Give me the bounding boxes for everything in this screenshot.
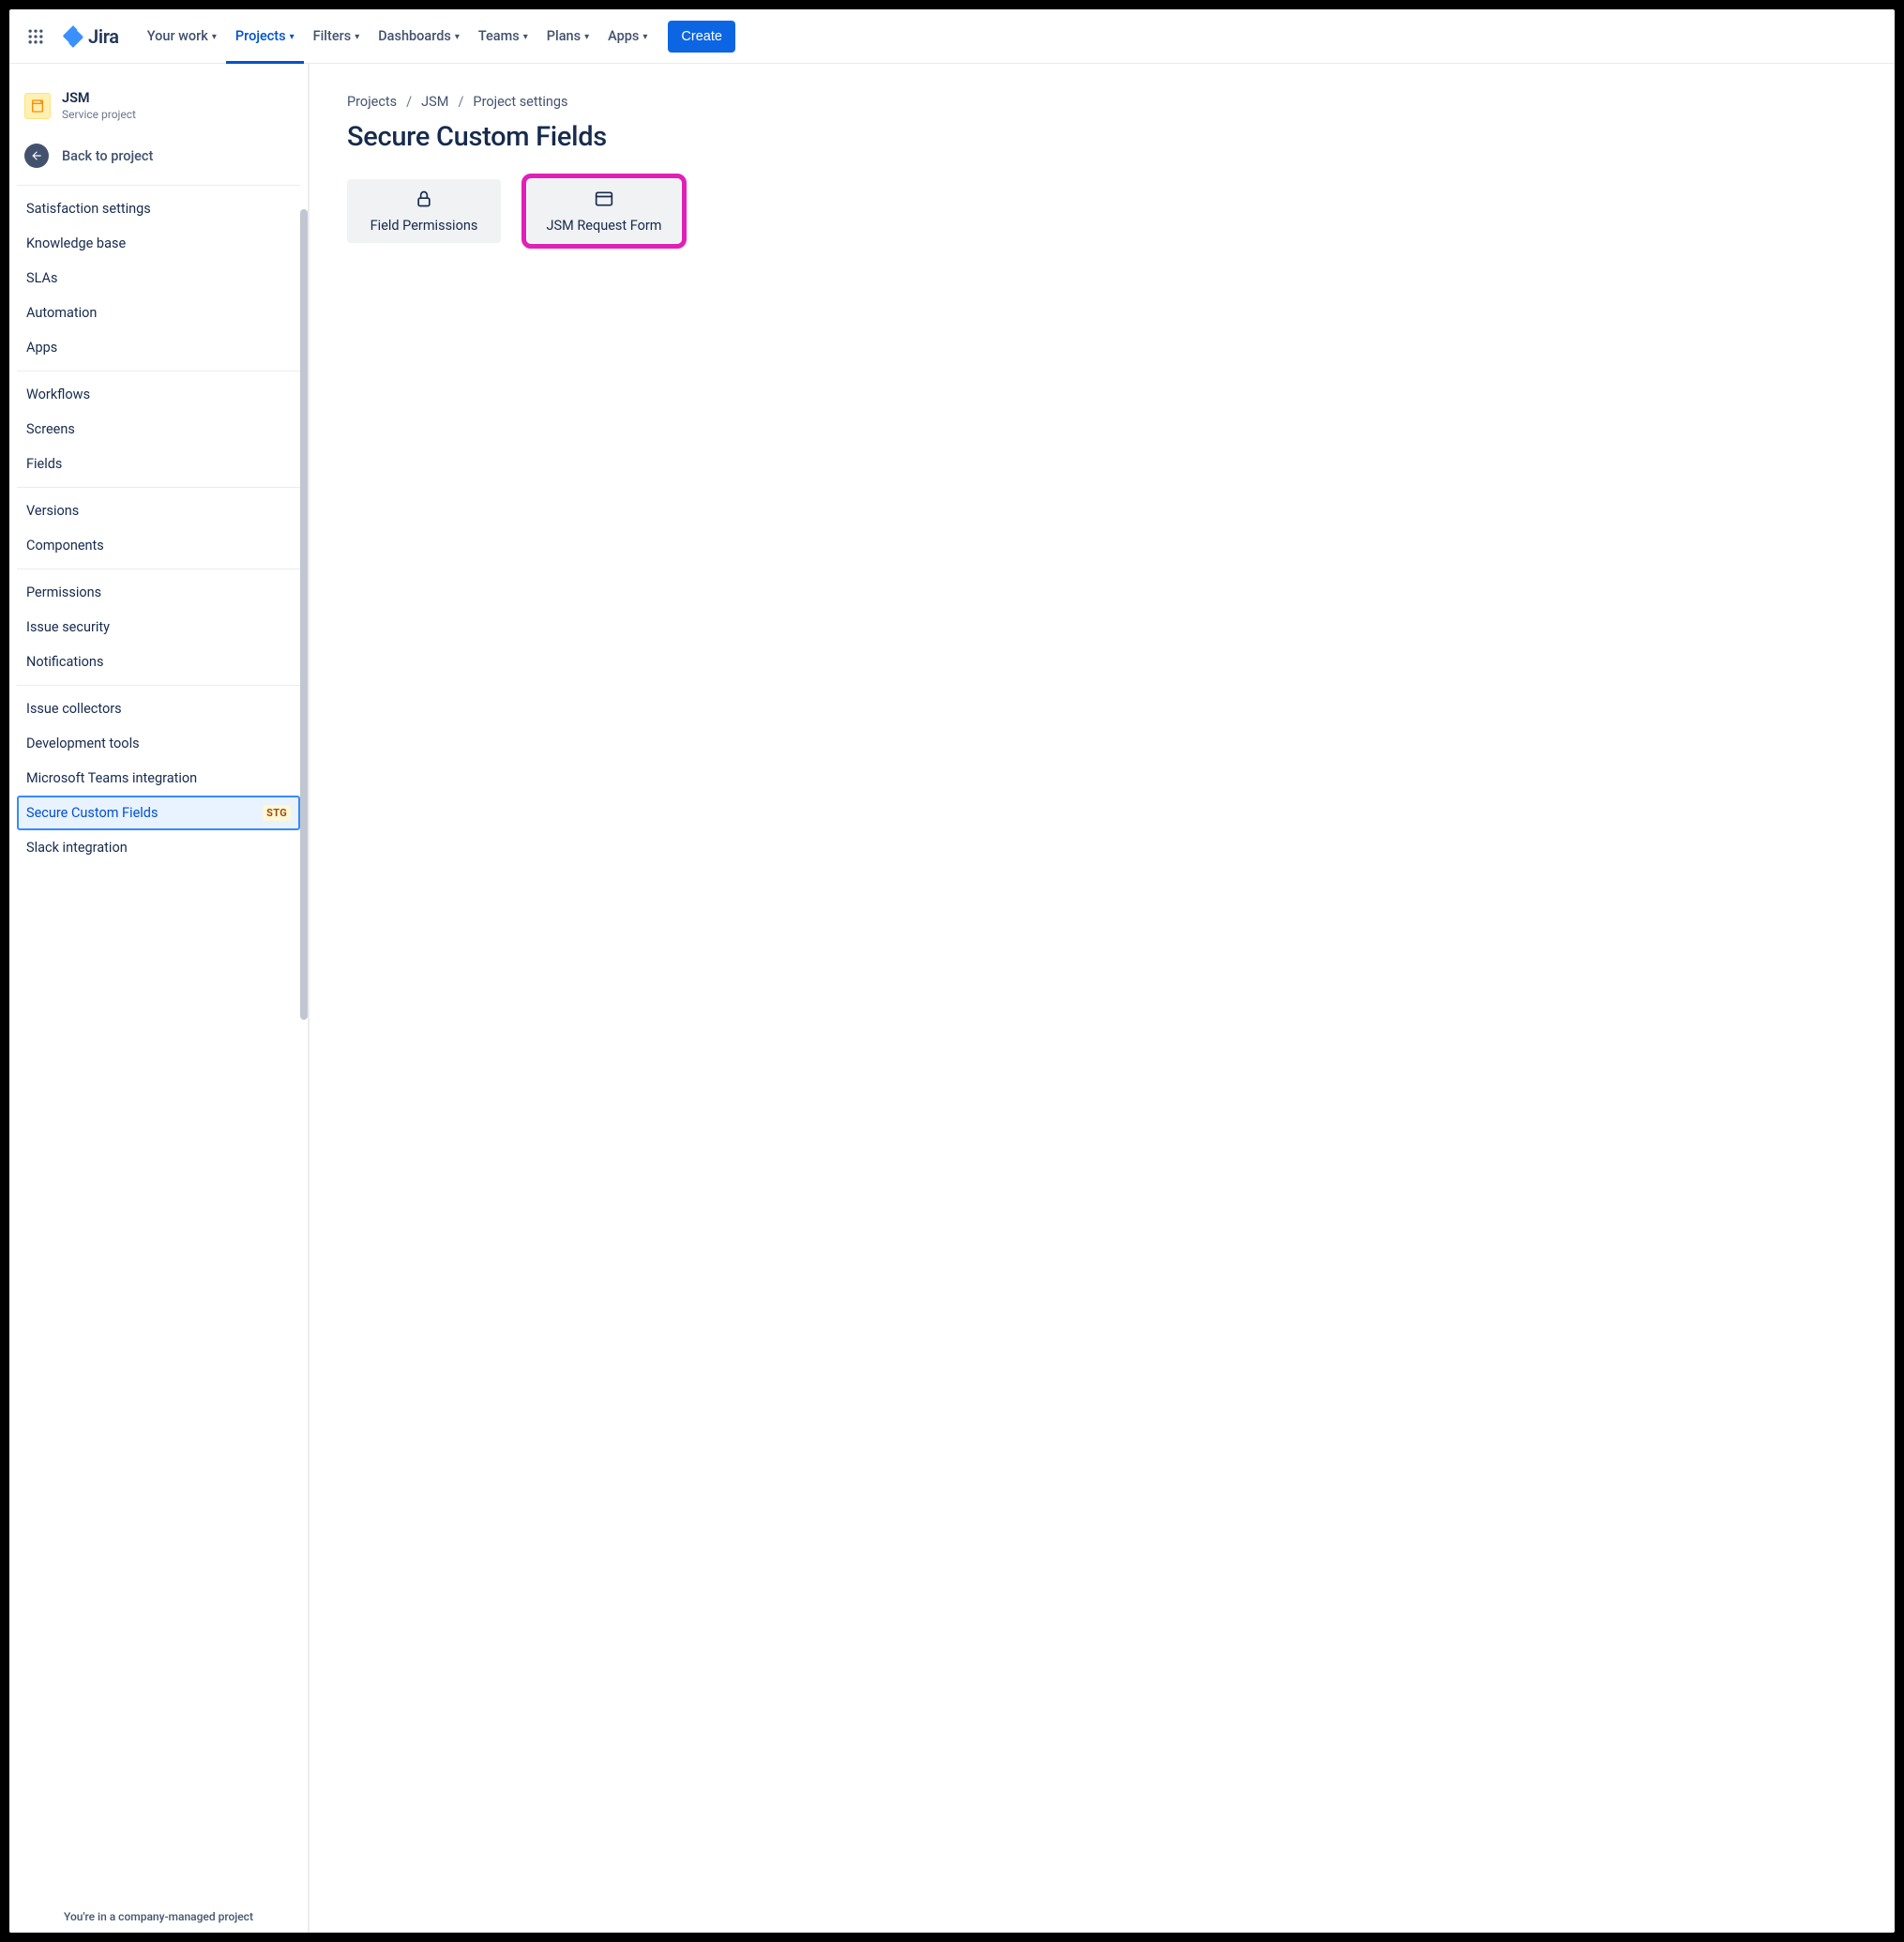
sidebar-item-slack-integration[interactable]: Slack integration bbox=[17, 830, 300, 865]
project-name: JSM bbox=[62, 90, 136, 106]
sidebar-item-label: SLAs bbox=[26, 270, 58, 286]
sidebar-item-issue-collectors[interactable]: Issue collectors bbox=[17, 691, 300, 726]
sidebar-item-label: Components bbox=[26, 538, 104, 554]
brand-name: Jira bbox=[88, 25, 119, 48]
sidebar-item-issue-security[interactable]: Issue security bbox=[17, 610, 300, 645]
sidebar-item-slas[interactable]: SLAs bbox=[17, 261, 300, 296]
card-label: JSM Request Form bbox=[546, 218, 661, 234]
sidebar-item-label: Automation bbox=[26, 305, 97, 321]
form-icon bbox=[594, 190, 614, 212]
sidebar-item-satisfaction-settings[interactable]: Satisfaction settings bbox=[17, 191, 300, 226]
sidebar-item-secure-custom-fields[interactable]: Secure Custom Fields STG bbox=[17, 796, 300, 830]
sidebar-item-label: Apps bbox=[26, 340, 57, 356]
chevron-down-icon: ▾ bbox=[642, 32, 647, 42]
sidebar: JSM Service project Back to project Sati… bbox=[9, 64, 310, 1933]
sidebar-item-label: Issue security bbox=[26, 619, 110, 635]
stg-badge: STG bbox=[263, 805, 291, 821]
breadcrumb: Projects / JSM / Project settings bbox=[347, 94, 1857, 110]
sidebar-item-apps[interactable]: Apps bbox=[17, 330, 300, 365]
back-to-project[interactable]: Back to project bbox=[9, 132, 308, 185]
main-content: Projects / JSM / Project settings Secure… bbox=[310, 64, 1895, 1933]
project-subtitle: Service project bbox=[62, 108, 136, 121]
sidebar-item-workflows[interactable]: Workflows bbox=[17, 377, 300, 412]
card-jsm-request-form[interactable]: JSM Request Form bbox=[527, 179, 681, 243]
jira-logo[interactable]: Jira bbox=[54, 22, 127, 52]
sidebar-item-label: Issue collectors bbox=[26, 701, 122, 717]
sidebar-item-label: Fields bbox=[26, 456, 62, 472]
nav-item-plans[interactable]: Plans▾ bbox=[537, 9, 598, 64]
sidebar-item-components[interactable]: Components bbox=[17, 528, 300, 563]
card-label: Field Permissions bbox=[370, 218, 478, 234]
nav-item-filters[interactable]: Filters▾ bbox=[304, 9, 370, 64]
chevron-down-icon: ▾ bbox=[523, 32, 528, 42]
nav-item-projects[interactable]: Projects▾ bbox=[226, 9, 304, 64]
sidebar-item-label: Knowledge base bbox=[26, 235, 126, 251]
sidebar-item-label: Workflows bbox=[26, 387, 90, 402]
create-button[interactable]: Create bbox=[668, 21, 735, 53]
project-header: JSM Service project bbox=[9, 64, 308, 132]
app-switcher-icon[interactable] bbox=[21, 22, 51, 52]
sidebar-item-label: Satisfaction settings bbox=[26, 201, 151, 217]
sidebar-item-label: Slack integration bbox=[26, 840, 128, 856]
chevron-down-icon: ▾ bbox=[290, 32, 295, 42]
breadcrumb-projects[interactable]: Projects bbox=[347, 94, 397, 110]
nav-item-teams[interactable]: Teams▾ bbox=[469, 9, 537, 64]
sidebar-item-knowledge-base[interactable]: Knowledge base bbox=[17, 226, 300, 261]
sidebar-item-label: Notifications bbox=[26, 654, 103, 670]
sidebar-item-notifications[interactable]: Notifications bbox=[17, 645, 300, 679]
arrow-left-icon bbox=[24, 144, 49, 168]
chevron-down-icon: ▾ bbox=[455, 32, 460, 42]
lock-icon bbox=[415, 190, 433, 212]
card-field-permissions[interactable]: Field Permissions bbox=[347, 179, 501, 243]
nav-item-dashboards[interactable]: Dashboards▾ bbox=[369, 9, 469, 64]
breadcrumb-settings[interactable]: Project settings bbox=[473, 94, 567, 110]
chevron-down-icon: ▾ bbox=[355, 32, 359, 42]
sidebar-item-versions[interactable]: Versions bbox=[17, 493, 300, 528]
chevron-down-icon: ▾ bbox=[212, 32, 217, 42]
top-nav: Jira Your work▾Projects▾Filters▾Dashboar… bbox=[9, 9, 1895, 64]
sidebar-item-permissions[interactable]: Permissions bbox=[17, 575, 300, 610]
sidebar-item-label: Microsoft Teams integration bbox=[26, 770, 197, 786]
chevron-down-icon: ▾ bbox=[584, 32, 589, 42]
sidebar-item-label: Screens bbox=[26, 421, 75, 437]
nav-item-apps[interactable]: Apps▾ bbox=[598, 9, 657, 64]
sidebar-item-screens[interactable]: Screens bbox=[17, 412, 300, 447]
sidebar-item-label: Secure Custom Fields bbox=[26, 805, 158, 821]
project-avatar-icon bbox=[24, 93, 51, 119]
sidebar-item-label: Versions bbox=[26, 503, 79, 519]
page-title: Secure Custom Fields bbox=[347, 121, 1857, 153]
sidebar-item-development-tools[interactable]: Development tools bbox=[17, 726, 300, 761]
sidebar-item-label: Development tools bbox=[26, 736, 140, 751]
nav-item-your-work[interactable]: Your work▾ bbox=[138, 9, 226, 64]
sidebar-footer: You're in a company-managed project bbox=[9, 1897, 308, 1933]
sidebar-scrollbar[interactable] bbox=[300, 209, 308, 1897]
back-label: Back to project bbox=[62, 148, 153, 164]
breadcrumb-project[interactable]: JSM bbox=[421, 94, 448, 110]
sidebar-item-automation[interactable]: Automation bbox=[17, 296, 300, 330]
sidebar-item-fields[interactable]: Fields bbox=[17, 447, 300, 481]
sidebar-item-microsoft-teams-integration[interactable]: Microsoft Teams integration bbox=[17, 761, 300, 796]
sidebar-item-label: Permissions bbox=[26, 584, 101, 600]
